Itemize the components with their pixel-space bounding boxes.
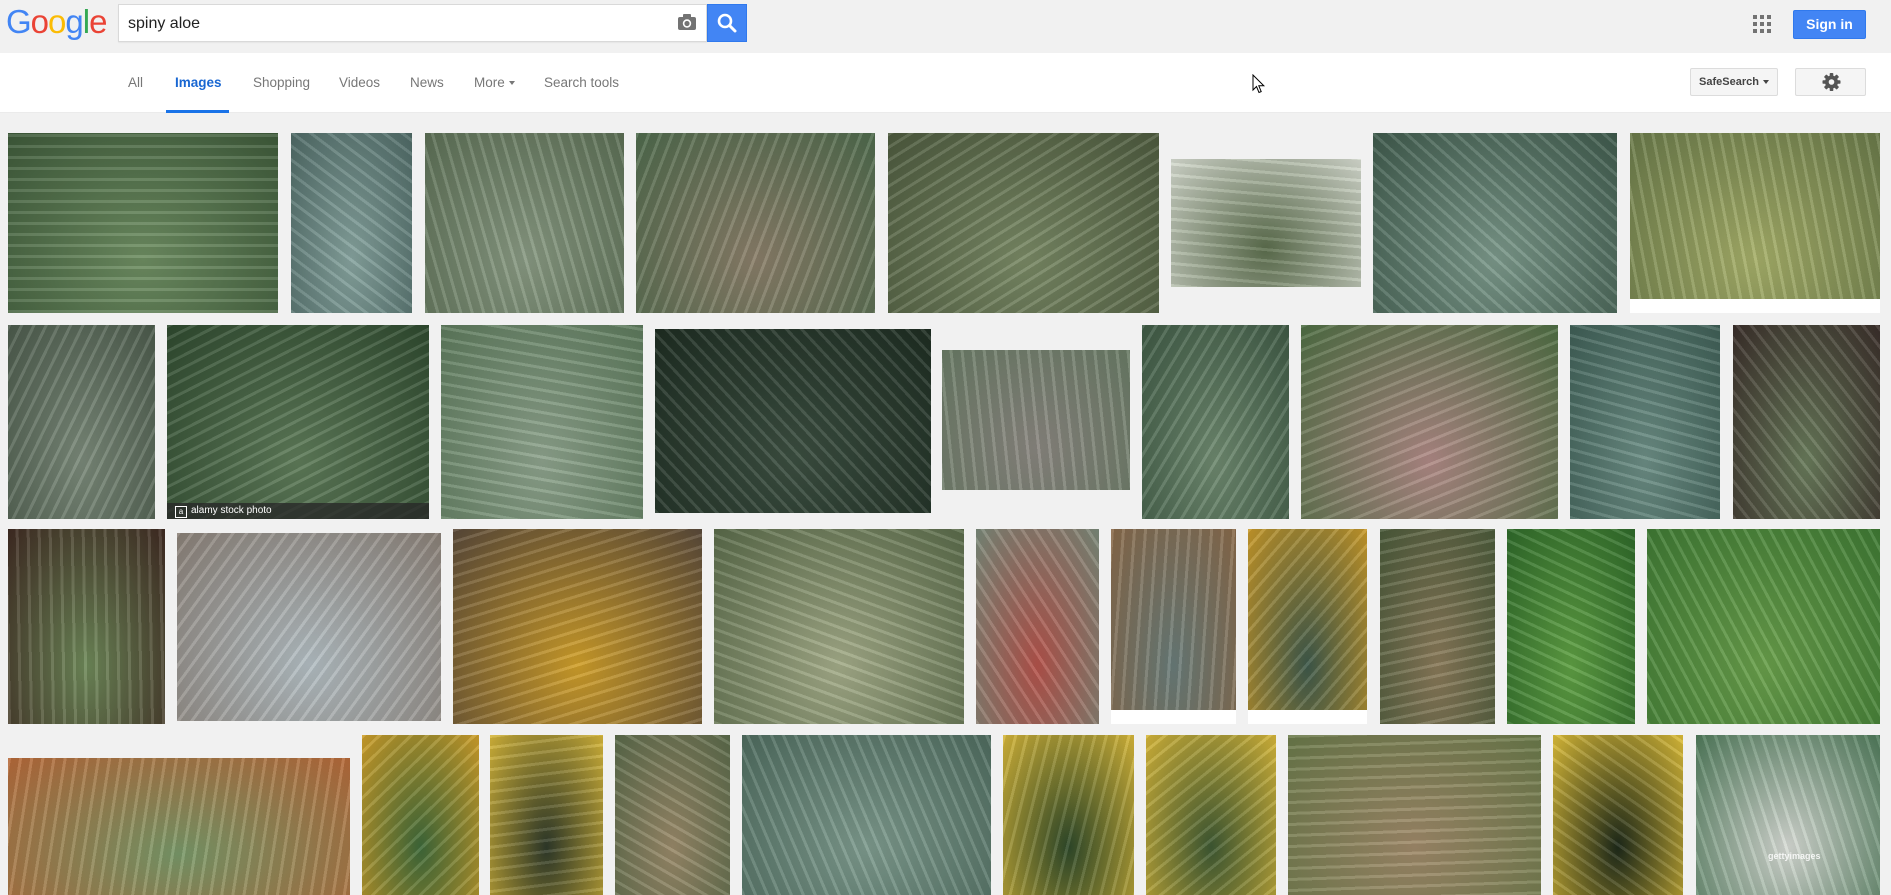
logo-letter: g bbox=[65, 3, 83, 40]
image-result-thumbnail[interactable] bbox=[490, 735, 603, 895]
tab-news[interactable]: News bbox=[410, 53, 444, 113]
image-result-thumbnail[interactable] bbox=[1380, 529, 1495, 724]
logo-letter: o bbox=[30, 3, 49, 40]
image-result-thumbnail[interactable] bbox=[1248, 529, 1367, 724]
logo-letter: o bbox=[48, 3, 66, 40]
tab-more-label: More bbox=[474, 75, 505, 90]
logo-letter: e bbox=[89, 3, 107, 40]
image-result-thumbnail[interactable] bbox=[615, 735, 730, 895]
google-logo[interactable]: Google bbox=[6, 3, 107, 40]
thumbnail-footer-strip bbox=[1248, 710, 1367, 724]
image-result-thumbnail[interactable] bbox=[1647, 529, 1880, 724]
tab-more[interactable]: More bbox=[474, 53, 515, 113]
image-result-thumbnail[interactable] bbox=[655, 329, 931, 513]
tab-images[interactable]: Images bbox=[175, 53, 222, 113]
tab-shopping[interactable]: Shopping bbox=[253, 53, 310, 113]
image-result-thumbnail[interactable] bbox=[1301, 325, 1558, 519]
tab-search-tools[interactable]: Search tools bbox=[544, 53, 619, 113]
image-result-thumbnail[interactable] bbox=[177, 533, 441, 721]
image-result-thumbnail[interactable] bbox=[8, 325, 155, 519]
image-result-thumbnail[interactable] bbox=[942, 350, 1130, 490]
safesearch-label: SafeSearch bbox=[1699, 76, 1759, 88]
image-result-thumbnail[interactable] bbox=[1003, 735, 1134, 895]
logo-letter: G bbox=[6, 3, 32, 40]
chevron-down-icon bbox=[1762, 80, 1769, 85]
sign-in-button[interactable]: Sign in bbox=[1793, 10, 1866, 39]
image-result-thumbnail[interactable] bbox=[1142, 325, 1289, 519]
image-results-grid: alamy stock photo gettyimages bbox=[0, 113, 1891, 895]
search-tabs-bar: All Images Shopping Videos News More Sea… bbox=[0, 53, 1891, 113]
image-result-thumbnail[interactable] bbox=[8, 529, 165, 724]
tab-all[interactable]: All bbox=[128, 53, 143, 113]
image-result-thumbnail[interactable] bbox=[1288, 735, 1541, 895]
image-result-thumbnail[interactable] bbox=[1146, 735, 1276, 895]
stock-photo-caption: alamy stock photo bbox=[167, 503, 429, 519]
image-result-thumbnail[interactable] bbox=[1570, 325, 1720, 519]
image-result-thumbnail[interactable] bbox=[441, 325, 643, 519]
safesearch-button[interactable]: SafeSearch bbox=[1690, 68, 1778, 96]
image-result-thumbnail[interactable] bbox=[1171, 159, 1361, 287]
image-result-thumbnail[interactable] bbox=[362, 735, 479, 895]
image-result-thumbnail[interactable] bbox=[1630, 133, 1880, 313]
apps-grid-icon[interactable] bbox=[1752, 14, 1772, 34]
image-result-thumbnail[interactable] bbox=[1553, 735, 1683, 895]
search-input[interactable] bbox=[128, 14, 668, 34]
tab-videos[interactable]: Videos bbox=[339, 53, 380, 113]
image-result-thumbnail[interactable] bbox=[1733, 325, 1880, 519]
image-result-thumbnail[interactable] bbox=[888, 133, 1159, 313]
image-result-thumbnail[interactable] bbox=[1507, 529, 1635, 724]
image-result-thumbnail[interactable] bbox=[636, 133, 875, 313]
stock-watermark: gettyimages bbox=[1768, 851, 1821, 861]
thumbnail-footer-strip bbox=[1111, 710, 1236, 724]
search-box bbox=[118, 4, 707, 42]
image-result-thumbnail[interactable] bbox=[425, 133, 624, 313]
top-bar: Google Sign in bbox=[0, 0, 1891, 53]
settings-button[interactable] bbox=[1795, 68, 1866, 96]
image-result-thumbnail[interactable] bbox=[8, 133, 278, 313]
image-result-thumbnail[interactable] bbox=[453, 529, 702, 724]
image-result-thumbnail[interactable] bbox=[976, 529, 1099, 724]
chevron-down-icon bbox=[508, 81, 515, 86]
image-result-thumbnail[interactable]: alamy stock photo bbox=[167, 325, 429, 519]
camera-icon[interactable] bbox=[672, 5, 702, 41]
image-result-thumbnail[interactable] bbox=[291, 133, 412, 313]
search-button[interactable] bbox=[707, 4, 747, 42]
image-result-thumbnail[interactable]: gettyimages bbox=[1696, 735, 1880, 895]
thumbnail-footer-strip bbox=[1630, 299, 1880, 313]
image-result-thumbnail[interactable] bbox=[8, 758, 350, 895]
image-result-thumbnail[interactable] bbox=[742, 735, 991, 895]
image-result-thumbnail[interactable] bbox=[1111, 529, 1236, 724]
image-result-thumbnail[interactable] bbox=[1373, 133, 1617, 313]
mouse-cursor-icon bbox=[1252, 74, 1266, 94]
gear-icon bbox=[1822, 73, 1841, 91]
image-result-thumbnail[interactable] bbox=[714, 529, 964, 724]
search-icon bbox=[717, 13, 737, 33]
